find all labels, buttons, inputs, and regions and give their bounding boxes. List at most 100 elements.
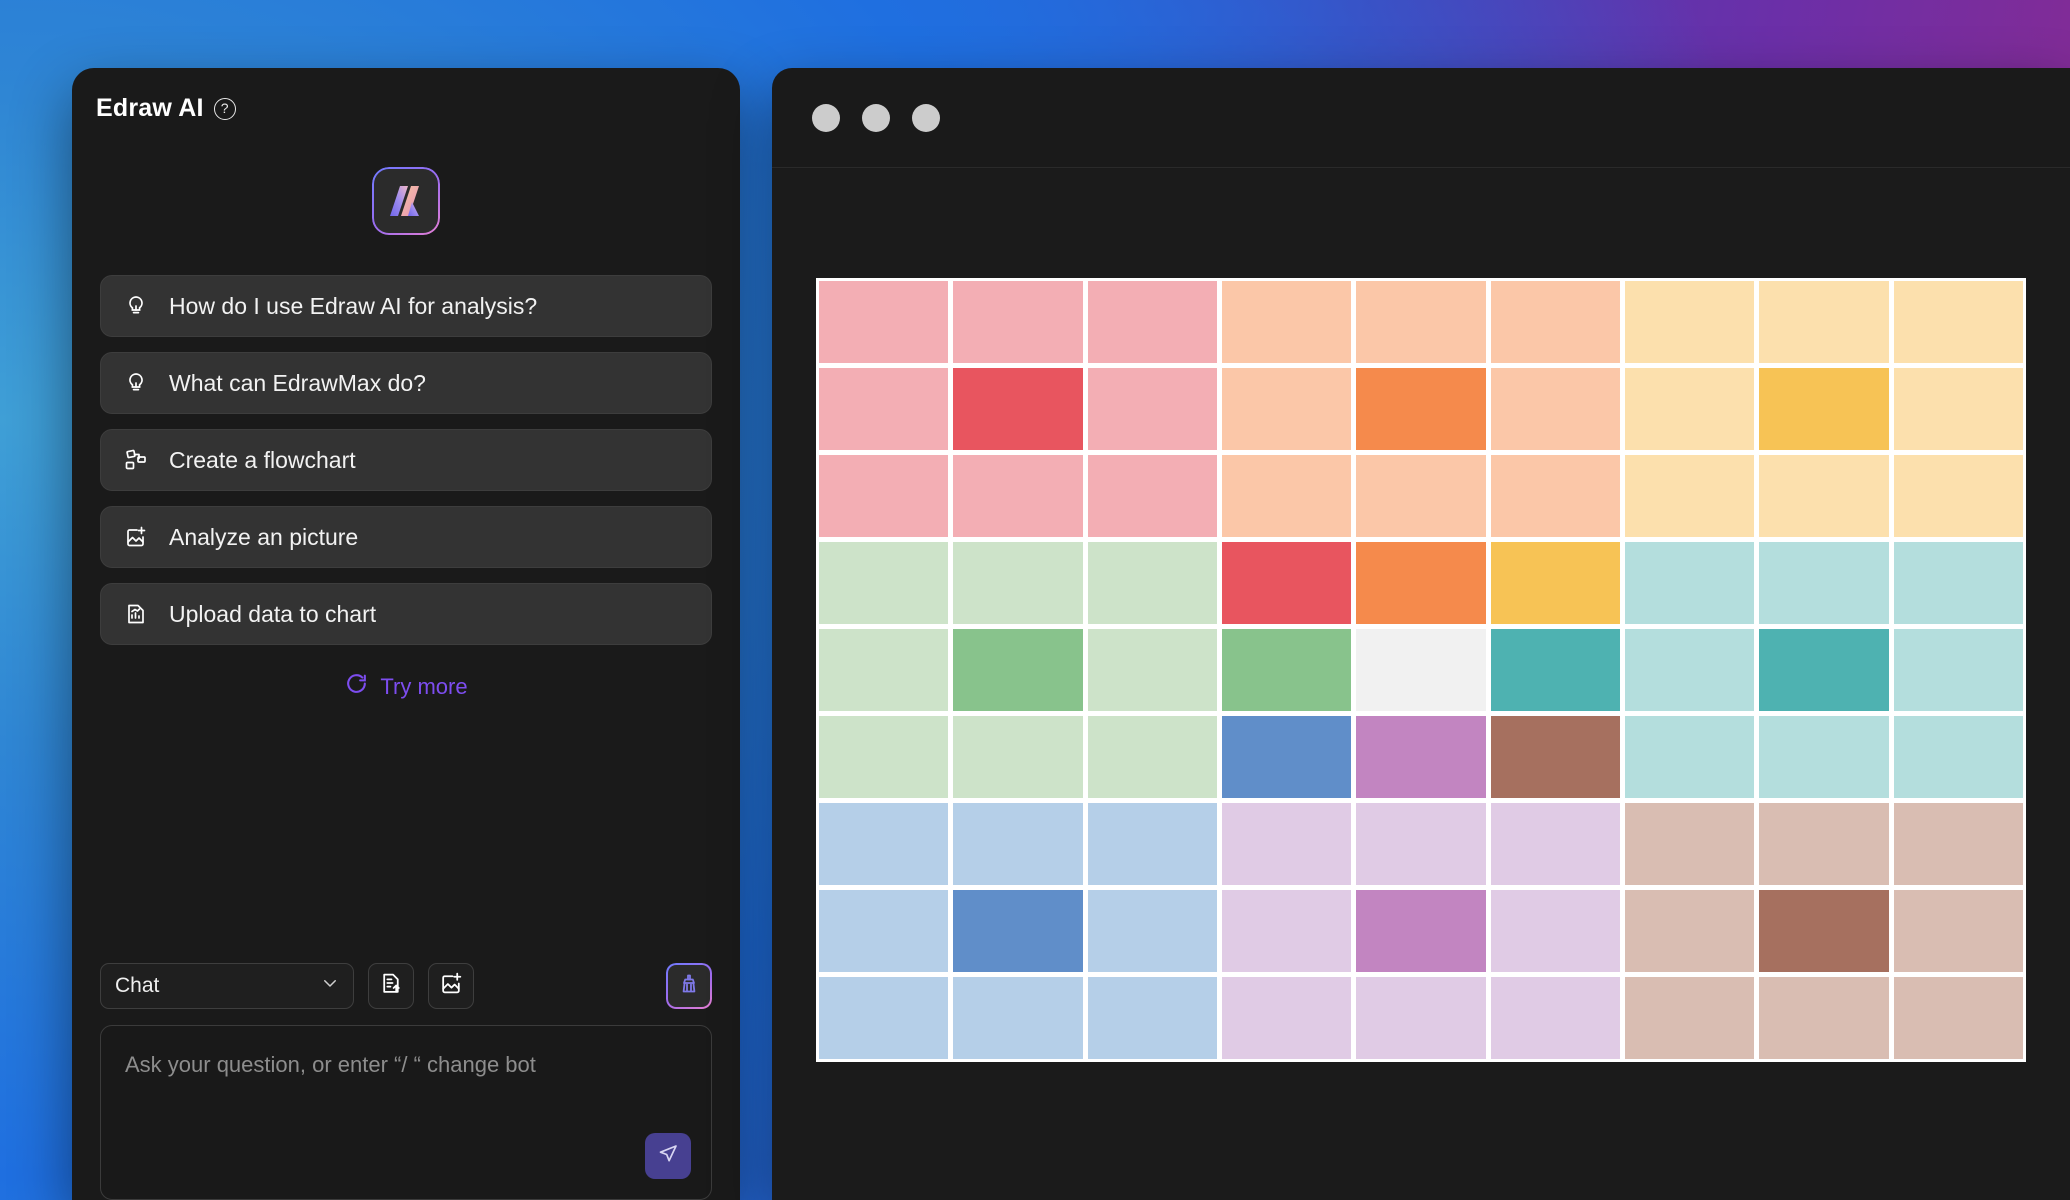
heatmap-cell-3-3[interactable] bbox=[1087, 455, 1217, 537]
heatmap-cell-3-5[interactable] bbox=[1356, 455, 1486, 537]
heatmap-cell-3-1[interactable] bbox=[819, 455, 949, 537]
heatmap-cell-6-4[interactable] bbox=[1221, 716, 1352, 798]
heatmap-cell-7-2[interactable] bbox=[953, 803, 1083, 885]
heatmap-cell-9-7[interactable] bbox=[1624, 977, 1755, 1059]
heatmap-cell-3-7[interactable] bbox=[1624, 455, 1755, 537]
heatmap-cell-6-2[interactable] bbox=[953, 716, 1083, 798]
heatmap-cell-5-2[interactable] bbox=[953, 629, 1083, 711]
heatmap-cell-4-8[interactable] bbox=[1759, 542, 1889, 624]
heatmap-cell-9-1[interactable] bbox=[819, 977, 949, 1059]
heatmap-cell-4-4[interactable] bbox=[1221, 542, 1352, 624]
heatmap-cell-4-3[interactable] bbox=[1087, 542, 1217, 624]
heatmap-cell-2-1[interactable] bbox=[819, 368, 949, 450]
heatmap-cell-1-9[interactable] bbox=[1893, 281, 2023, 363]
heatmap-cell-9-5[interactable] bbox=[1356, 977, 1486, 1059]
heatmap-cell-8-9[interactable] bbox=[1893, 890, 2023, 972]
heatmap-cell-4-2[interactable] bbox=[953, 542, 1083, 624]
heatmap-cell-6-9[interactable] bbox=[1893, 716, 2023, 798]
send-button[interactable] bbox=[645, 1133, 691, 1179]
heatmap-cell-5-5[interactable] bbox=[1356, 629, 1486, 711]
heatmap-cell-8-1[interactable] bbox=[819, 890, 949, 972]
heatmap-cell-2-4[interactable] bbox=[1221, 368, 1352, 450]
heatmap-cell-9-4[interactable] bbox=[1221, 977, 1352, 1059]
heatmap-cell-3-6[interactable] bbox=[1490, 455, 1620, 537]
heatmap-cell-9-2[interactable] bbox=[953, 977, 1083, 1059]
heatmap-cell-7-5[interactable] bbox=[1356, 803, 1486, 885]
heatmap-cell-8-4[interactable] bbox=[1221, 890, 1352, 972]
heatmap-cell-1-2[interactable] bbox=[953, 281, 1083, 363]
heatmap-cell-7-9[interactable] bbox=[1893, 803, 2023, 885]
heatmap-cell-6-5[interactable] bbox=[1356, 716, 1486, 798]
heatmap-cell-7-8[interactable] bbox=[1759, 803, 1889, 885]
chat-input[interactable]: Ask your question, or enter “/ “ change … bbox=[100, 1025, 712, 1200]
heatmap-cell-9-9[interactable] bbox=[1893, 977, 2023, 1059]
heatmap-cell-3-4[interactable] bbox=[1221, 455, 1352, 537]
heatmap-cell-8-5[interactable] bbox=[1356, 890, 1486, 972]
heatmap-cell-7-3[interactable] bbox=[1087, 803, 1217, 885]
heatmap-cell-6-1[interactable] bbox=[819, 716, 949, 798]
heatmap-cell-5-1[interactable] bbox=[819, 629, 949, 711]
upload-document-button[interactable] bbox=[368, 963, 414, 1009]
heatmap-cell-2-3[interactable] bbox=[1087, 368, 1217, 450]
heatmap-cell-2-6[interactable] bbox=[1490, 368, 1620, 450]
suggestion-upload-data-to-chart[interactable]: Upload data to chart bbox=[100, 583, 712, 645]
heatmap-cell-5-9[interactable] bbox=[1893, 629, 2023, 711]
heatmap-cell-4-6[interactable] bbox=[1490, 542, 1620, 624]
heatmap-cell-3-8[interactable] bbox=[1759, 455, 1889, 537]
question-mark-circle-icon[interactable]: ? bbox=[213, 97, 236, 120]
heatmap-cell-6-3[interactable] bbox=[1087, 716, 1217, 798]
heatmap-cell-4-5[interactable] bbox=[1356, 542, 1486, 624]
window-dot-1[interactable] bbox=[812, 103, 840, 132]
heatmap-cell-4-7[interactable] bbox=[1624, 542, 1755, 624]
heatmap-cell-1-4[interactable] bbox=[1221, 281, 1352, 363]
heatmap-cell-2-2[interactable] bbox=[953, 368, 1083, 450]
heatmap-cell-8-2[interactable] bbox=[953, 890, 1083, 972]
suggestion-what-can-edrawmax-do[interactable]: What can EdrawMax do? bbox=[100, 352, 712, 414]
heatmap-cell-4-9[interactable] bbox=[1893, 542, 2023, 624]
suggestion-analyze-an-picture[interactable]: Analyze an picture bbox=[100, 506, 712, 568]
heatmap-cell-9-3[interactable] bbox=[1087, 977, 1217, 1059]
try-more-button[interactable]: Try more bbox=[344, 671, 468, 702]
heatmap-cell-1-3[interactable] bbox=[1087, 281, 1217, 363]
heatmap-cell-7-7[interactable] bbox=[1624, 803, 1755, 885]
window-dot-2[interactable] bbox=[862, 103, 890, 132]
suggestion-how-do-i-use-edraw-ai[interactable]: How do I use Edraw AI for analysis? bbox=[100, 275, 712, 337]
heatmap-cell-5-6[interactable] bbox=[1490, 629, 1620, 711]
heatmap-cell-1-6[interactable] bbox=[1490, 281, 1620, 363]
heatmap-cell-6-7[interactable] bbox=[1624, 716, 1755, 798]
heatmap-cell-3-9[interactable] bbox=[1893, 455, 2023, 537]
heatmap-cell-7-1[interactable] bbox=[819, 803, 949, 885]
heatmap-cell-2-5[interactable] bbox=[1356, 368, 1486, 450]
heatmap-cell-5-7[interactable] bbox=[1624, 629, 1755, 711]
heatmap-cell-2-8[interactable] bbox=[1759, 368, 1889, 450]
clear-chat-button[interactable] bbox=[666, 963, 712, 1009]
heatmap-cell-2-9[interactable] bbox=[1893, 368, 2023, 450]
window-dot-3[interactable] bbox=[912, 103, 940, 132]
heatmap-cell-9-8[interactable] bbox=[1759, 977, 1889, 1059]
upload-image-button[interactable] bbox=[428, 963, 474, 1009]
heatmap-cell-4-1[interactable] bbox=[819, 542, 949, 624]
broom-icon bbox=[677, 972, 701, 1001]
heatmap-cell-7-4[interactable] bbox=[1221, 803, 1352, 885]
heatmap-cell-8-8[interactable] bbox=[1759, 890, 1889, 972]
chat-input-placeholder: Ask your question, or enter “/ “ change … bbox=[125, 1052, 536, 1077]
heatmap-cell-7-6[interactable] bbox=[1490, 803, 1620, 885]
heatmap-cell-2-7[interactable] bbox=[1624, 368, 1755, 450]
heatmap-cell-6-8[interactable] bbox=[1759, 716, 1889, 798]
heatmap-cell-8-3[interactable] bbox=[1087, 890, 1217, 972]
heatmap-cell-1-7[interactable] bbox=[1624, 281, 1755, 363]
color-heatmap-grid[interactable] bbox=[816, 278, 2026, 1062]
heatmap-cell-1-5[interactable] bbox=[1356, 281, 1486, 363]
heatmap-cell-5-8[interactable] bbox=[1759, 629, 1889, 711]
heatmap-cell-6-6[interactable] bbox=[1490, 716, 1620, 798]
heatmap-cell-5-3[interactable] bbox=[1087, 629, 1217, 711]
heatmap-cell-1-1[interactable] bbox=[819, 281, 949, 363]
heatmap-cell-8-6[interactable] bbox=[1490, 890, 1620, 972]
suggestion-create-a-flowchart[interactable]: Create a flowchart bbox=[100, 429, 712, 491]
mode-select[interactable]: Chat bbox=[100, 963, 354, 1009]
heatmap-cell-1-8[interactable] bbox=[1759, 281, 1889, 363]
heatmap-cell-3-2[interactable] bbox=[953, 455, 1083, 537]
heatmap-cell-5-4[interactable] bbox=[1221, 629, 1352, 711]
heatmap-cell-8-7[interactable] bbox=[1624, 890, 1755, 972]
heatmap-cell-9-6[interactable] bbox=[1490, 977, 1620, 1059]
